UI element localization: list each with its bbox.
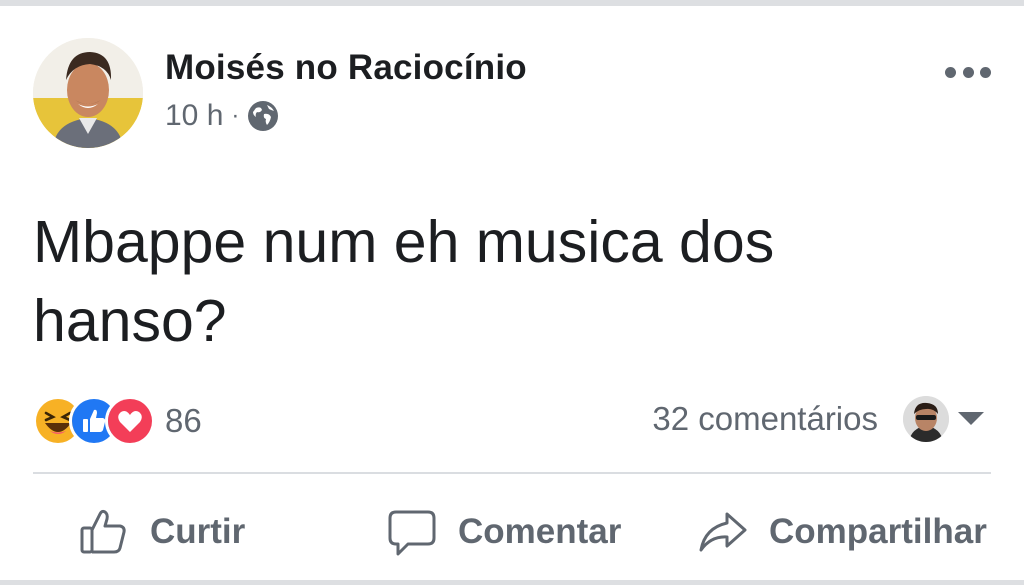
reaction-filter-dropdown-icon[interactable] — [958, 412, 984, 425]
reactions-summary[interactable]: 86 — [33, 396, 202, 446]
bottom-border — [0, 580, 1024, 585]
speech-bubble-icon — [388, 510, 436, 556]
author-name[interactable]: Moisés no Raciocínio — [165, 48, 527, 88]
comment-button[interactable]: Comentar — [386, 490, 621, 574]
meta-separator: · — [231, 102, 240, 129]
share-label: Compartilhar — [769, 512, 987, 551]
like-label: Curtir — [150, 512, 246, 551]
more-dot — [980, 66, 991, 78]
more-dot — [945, 66, 956, 78]
post-text: Mbappe num eh musica dos hanso? — [33, 209, 775, 354]
thumbs-up-icon — [80, 509, 126, 554]
reaction-count: 86 — [165, 402, 202, 439]
share-arrow-icon — [699, 512, 747, 552]
more-dot — [962, 66, 974, 78]
globe-icon[interactable] — [247, 100, 279, 132]
author-avatar[interactable] — [33, 38, 143, 148]
divider — [33, 472, 991, 474]
top-border — [0, 0, 1024, 6]
more-options-icon[interactable] — [945, 58, 991, 86]
action-bar: Curtir Comentar Compartilhar — [0, 490, 1024, 574]
commenter-avatar[interactable] — [903, 396, 949, 442]
post-time[interactable]: 10 h — [165, 99, 223, 133]
love-reaction-icon — [105, 396, 155, 446]
avatar-photo — [33, 38, 143, 148]
share-button[interactable]: Compartilhar — [697, 490, 987, 574]
post-meta: 10 h · — [165, 98, 279, 134]
comment-label: Comentar — [458, 512, 622, 551]
like-button[interactable]: Curtir — [78, 490, 245, 574]
comments-count-link[interactable]: 32 comentários — [652, 400, 878, 438]
